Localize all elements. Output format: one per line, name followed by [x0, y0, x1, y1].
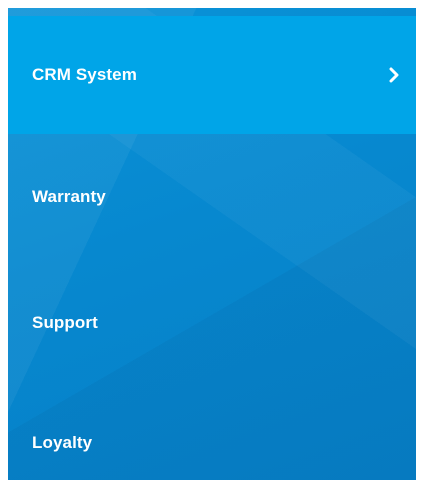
menu-item-label: Warranty: [32, 187, 106, 206]
menu-item-label: Loyalty: [32, 433, 93, 452]
chevron-right-icon: [388, 67, 400, 83]
menu-item-support[interactable]: Support: [8, 264, 416, 382]
menu-item-warranty[interactable]: Warranty: [8, 138, 416, 256]
menu-item-loyalty[interactable]: Loyalty: [8, 384, 416, 480]
menu-item-label: Support: [32, 313, 98, 332]
menu-item-crm-system[interactable]: CRM System: [8, 16, 416, 134]
side-menu: CRM System Warranty Support Loyalty: [8, 8, 416, 480]
menu-item-label: CRM System: [32, 65, 137, 84]
